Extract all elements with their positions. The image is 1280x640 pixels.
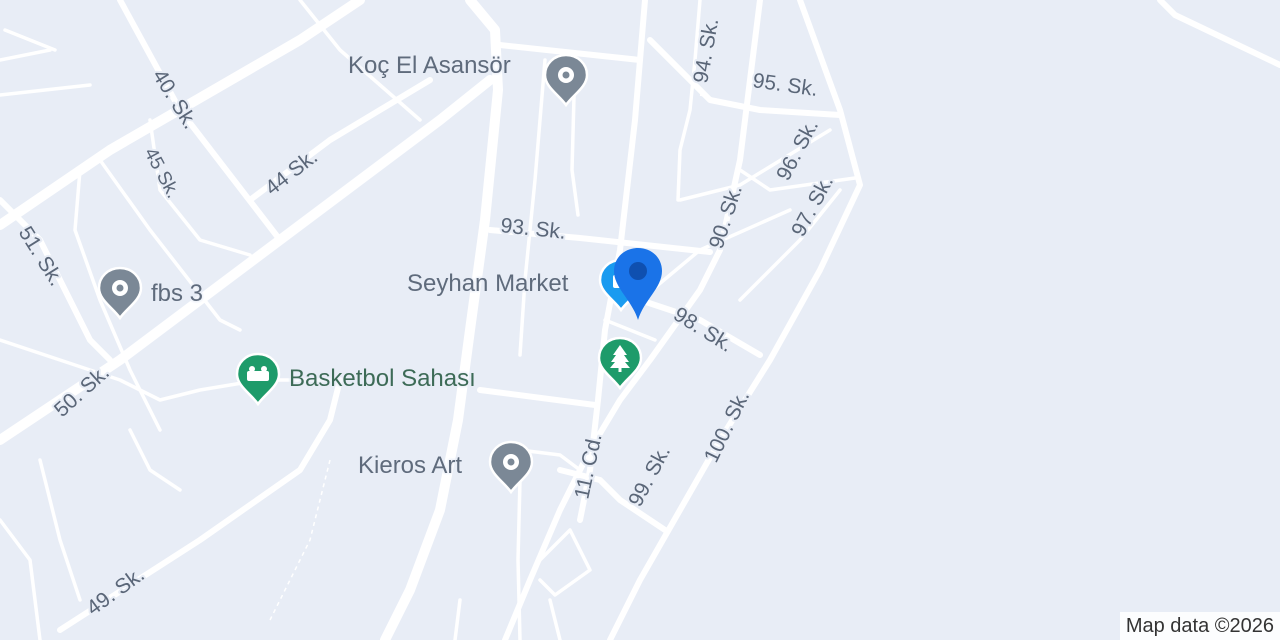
place-label: Seyhan Market	[407, 270, 569, 297]
street-label: 100. Sk.	[700, 387, 754, 466]
road-small-m	[453, 598, 462, 640]
street-label: 95. Sk.	[751, 69, 819, 101]
road-small-c	[128, 428, 182, 492]
place-kieros-art[interactable]: Kieros Art	[358, 452, 462, 480]
street-label: 96. Sk.	[772, 116, 823, 185]
road-small-n	[3, 28, 57, 52]
generic-place-pin-icon[interactable]	[488, 440, 534, 494]
road-top-left	[0, 48, 92, 97]
location-marker-icon[interactable]	[610, 246, 666, 322]
place-label: Kieros Art	[358, 452, 463, 479]
sports-pin-icon[interactable]	[235, 352, 281, 406]
road-94-sk	[676, 0, 702, 202]
street-label: 11. Cd.	[570, 432, 606, 501]
road-top-right	[1157, 0, 1280, 68]
place-label: Koç El Asansör	[348, 52, 511, 79]
street-label: 45 Sk.	[140, 144, 184, 201]
place-seyhan-market[interactable]: Seyhan Market	[407, 270, 568, 298]
street-label: 50. Sk.	[50, 361, 114, 422]
road-small-l	[548, 598, 562, 640]
road-small-k	[516, 478, 522, 640]
road-small-e	[38, 458, 82, 602]
street-label: 94. Sk.	[689, 16, 723, 84]
place-label: fbs 3	[151, 280, 204, 307]
street-label: 44 Sk.	[261, 145, 322, 200]
street-label: 51. Sk.	[14, 222, 68, 290]
generic-place-pin-icon[interactable]	[97, 266, 143, 320]
street-label: 99. Sk.	[624, 442, 675, 511]
road-small-f	[0, 518, 42, 640]
street-label: 49. Sk.	[82, 563, 148, 620]
place-label: Basketbol Sahası	[289, 365, 476, 392]
place-koc-el-asansor[interactable]: Koç El Asansör	[348, 52, 511, 80]
street-label: 98. Sk.	[669, 303, 737, 357]
street-label: 97. Sk.	[787, 172, 838, 241]
place-fbs-3[interactable]: fbs 3	[151, 280, 203, 308]
map-attribution[interactable]: Map data ©2026	[1119, 612, 1280, 640]
road-inner-a	[518, 58, 547, 357]
street-label: 93. Sk.	[499, 214, 566, 244]
generic-place-pin-icon[interactable]	[543, 53, 589, 107]
map-canvas[interactable]: 40. Sk. 45 Sk. 44 Sk. 51. Sk. 50. Sk. 49…	[0, 0, 1280, 640]
tree-pin-icon[interactable]	[597, 336, 643, 390]
place-basketbol-sahasi[interactable]: Basketbol Sahası	[289, 365, 476, 393]
road-lower-connector	[477, 387, 598, 408]
